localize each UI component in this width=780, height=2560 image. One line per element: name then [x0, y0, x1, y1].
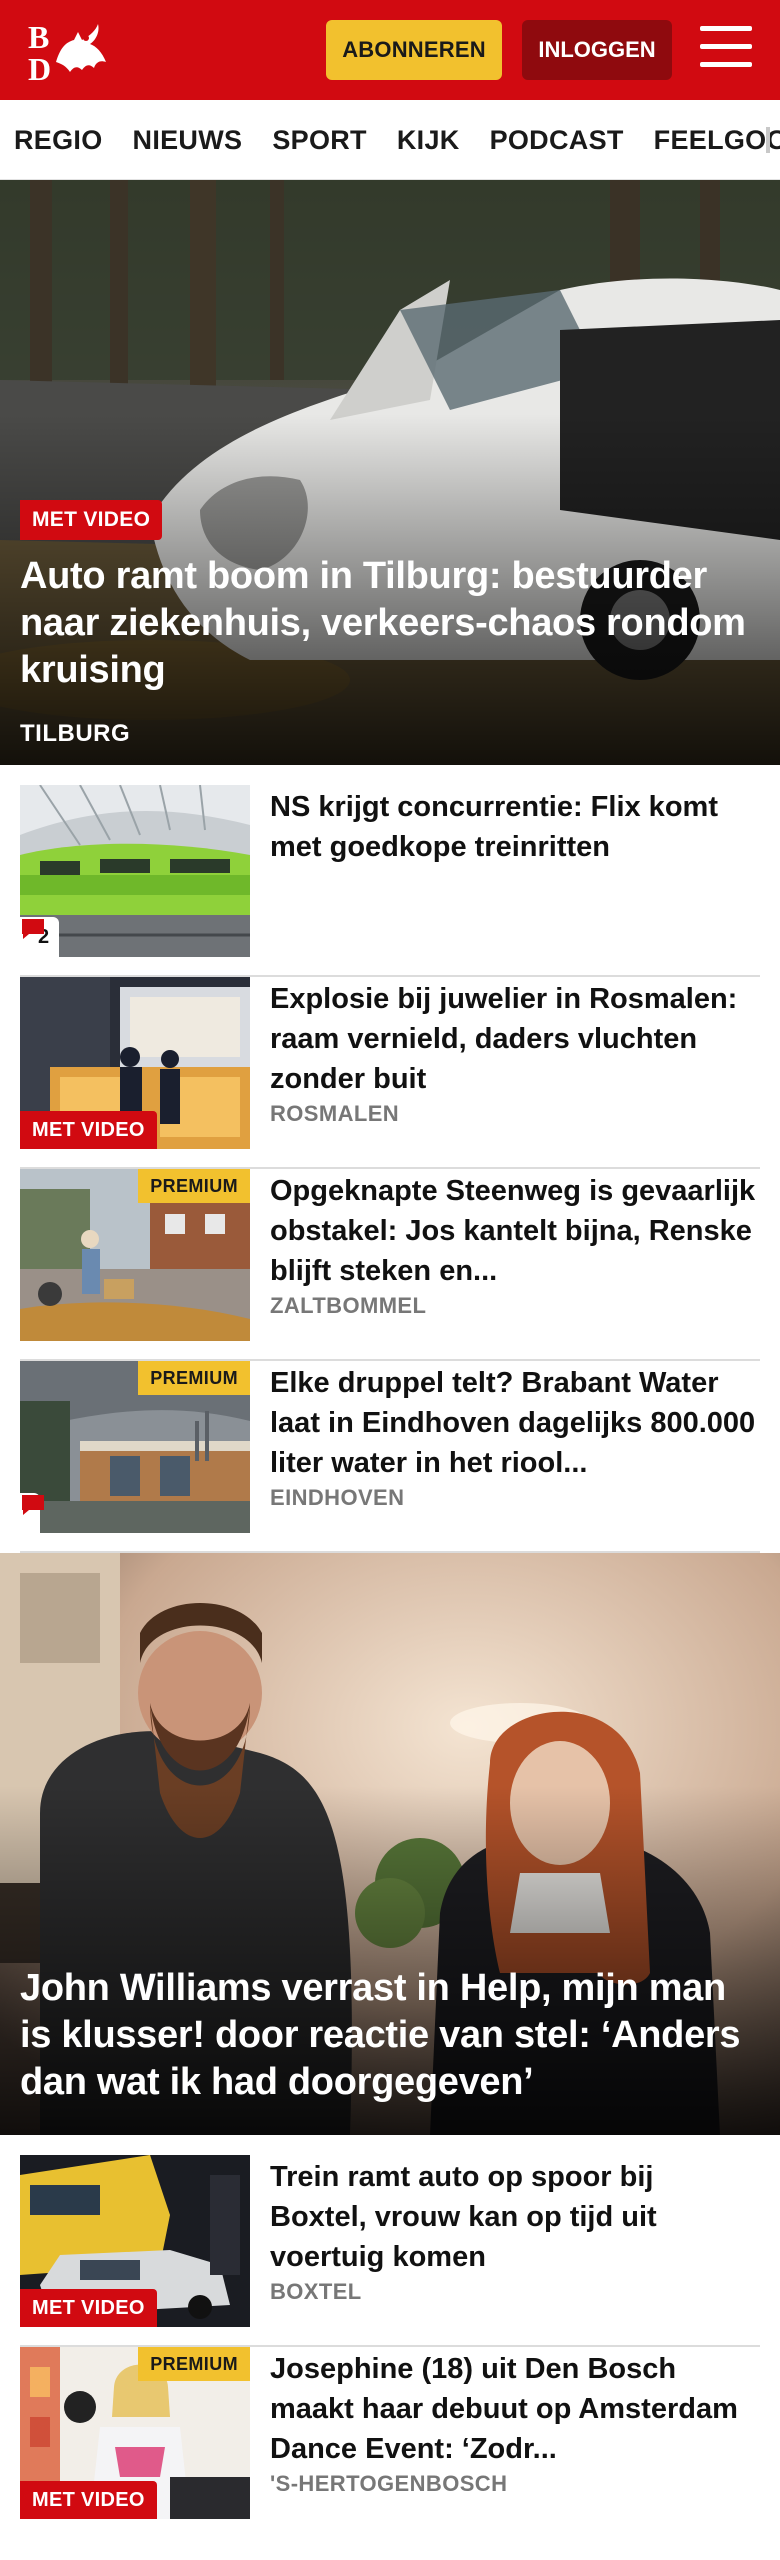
comment-icon — [22, 919, 44, 939]
video-badge: MET VIDEO — [20, 1111, 157, 1149]
list-item[interactable]: 2 NS krijgt concurrentie: Flix komt met … — [20, 785, 760, 977]
premium-badge: PREMIUM — [138, 1361, 250, 1395]
article-location: BOXTEL — [270, 2279, 362, 2304]
site-header: B D ABONNEREN INLOGGEN — [0, 0, 780, 100]
hero-title[interactable]: John Williams verrast in Help, mijn man … — [20, 1965, 758, 2106]
video-badge: MET VIDEO — [20, 2289, 157, 2327]
video-badge: MET VIDEO — [20, 500, 163, 540]
comments-indicator[interactable] — [20, 1493, 44, 1533]
list-item[interactable]: PREMIUM Elke druppel telt? Brabant Water… — [20, 1361, 760, 1553]
article-title[interactable]: Elke druppel telt? Brabant Water laat in… — [270, 1363, 758, 1483]
comments-indicator[interactable]: 2 — [20, 917, 60, 957]
article-location: 'S-HERTOGENBOSCH — [270, 2471, 508, 2496]
hero-article[interactable]: MET VIDEO Auto ramt boom in Tilburg: bes… — [0, 180, 780, 765]
article-title[interactable]: Trein ramt auto op spoor bij Boxtel, vro… — [270, 2157, 758, 2277]
premium-badge: PREMIUM — [138, 2347, 250, 2381]
article-location: ROSMALEN — [270, 1101, 400, 1126]
list-item[interactable]: PREMIUM Opgeknapte Steenweg is gevaarlij… — [20, 1169, 760, 1361]
list-item[interactable]: MET VIDEO Explosie bij juwelier in Rosma… — [20, 977, 760, 1169]
svg-text:D: D — [28, 51, 51, 82]
article-location: ZALTBOMMEL — [270, 1293, 427, 1318]
article-title[interactable]: Explosie bij juwelier in Rosmalen: raam … — [270, 979, 758, 1099]
article-thumbnail: PREMIUM MET VIDEO — [20, 2347, 250, 2519]
nav-item-regio[interactable]: REGIO — [14, 125, 103, 156]
premium-badge: PREMIUM — [138, 1169, 250, 1203]
article-thumbnail: PREMIUM — [20, 1361, 250, 1533]
section-nav: REGIO NIEUWS SPORT KIJK PODCAST FEELGOOD — [0, 100, 780, 180]
nav-item-podcast[interactable]: PODCAST — [490, 125, 624, 156]
article-title[interactable]: Josephine (18) uit Den Bosch maakt haar … — [270, 2349, 758, 2469]
hero-article[interactable]: John Williams verrast in Help, mijn man … — [0, 1553, 780, 2135]
menu-icon[interactable] — [700, 26, 752, 72]
svg-text:B: B — [28, 19, 49, 55]
article-thumbnail: MET VIDEO — [20, 2155, 250, 2327]
list-item[interactable]: MET VIDEO Trein ramt auto op spoor bij B… — [20, 2155, 760, 2347]
video-badge: MET VIDEO — [20, 2481, 157, 2519]
bd-logo[interactable]: B D — [26, 18, 116, 87]
article-thumbnail: MET VIDEO — [20, 977, 250, 1149]
article-thumbnail: 2 — [20, 785, 250, 957]
nav-item-feelgood[interactable]: FEELGOOD — [654, 125, 780, 156]
subscribe-button[interactable]: ABONNEREN — [326, 20, 502, 80]
hero-location: TILBURG — [20, 720, 131, 747]
nav-item-nieuws[interactable]: NIEUWS — [133, 125, 243, 156]
nav-overflow-indicator — [766, 127, 770, 153]
login-button[interactable]: INLOGGEN — [522, 20, 672, 80]
article-thumbnail: PREMIUM — [20, 1169, 250, 1341]
nav-item-kijk[interactable]: KIJK — [397, 125, 460, 156]
comment-icon — [22, 1495, 44, 1515]
article-title[interactable]: Opgeknapte Steenweg is gevaarlijk obstak… — [270, 1171, 758, 1291]
list-item[interactable]: PREMIUM MET VIDEO Josephine (18) uit Den… — [20, 2347, 760, 2539]
hero-title[interactable]: Auto ramt boom in Tilburg: bestuurder na… — [20, 553, 758, 694]
article-title[interactable]: NS krijgt concurrentie: Flix komt met go… — [270, 787, 758, 867]
nav-item-sport[interactable]: SPORT — [272, 125, 367, 156]
article-location: EINDHOVEN — [270, 1485, 405, 1510]
